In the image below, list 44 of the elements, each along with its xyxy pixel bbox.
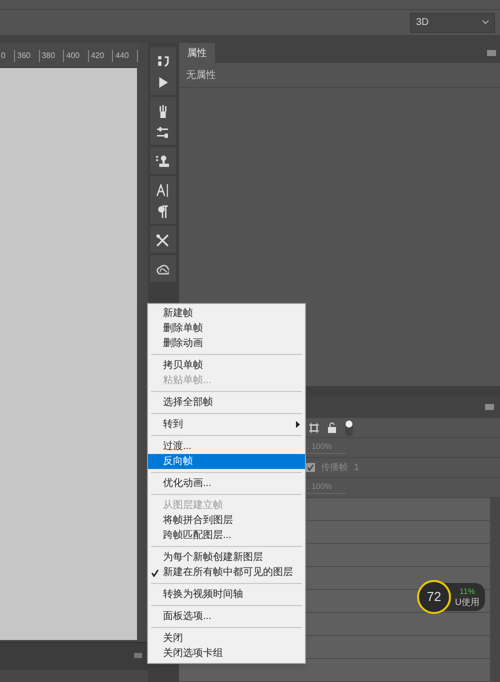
ruler-label: 360 [15,50,40,62]
menu-item[interactable]: 新建在所有帧中都可见的图层 [148,565,305,580]
stamp-icon[interactable] [156,155,169,168]
menu-item[interactable]: 拷贝单帧 [148,358,305,373]
cpu-percent: 11% [460,586,475,597]
menu-item[interactable]: 转换为视频时间轴 [148,587,305,602]
menu-item[interactable]: 反向帧 [148,454,305,469]
cpu-label: U使用 [455,597,480,608]
cloud-icon[interactable] [156,263,169,276]
properties-tab[interactable]: 属性 [179,43,215,63]
workspace-value: 3D [416,16,429,30]
checkmark-icon [151,569,159,577]
ruler-label: 400 [64,50,89,62]
propagate-checkbox[interactable] [306,463,315,472]
menu-item[interactable]: 转到 [148,417,305,432]
ruler-label: 0 [0,50,16,62]
menu-item[interactable]: 跨帧匹配图层... [148,528,305,543]
menu-item[interactable]: 优化动画... [148,476,305,491]
menu-item[interactable]: 删除单帧 [148,321,305,336]
menu-item[interactable]: 删除动画 [148,336,305,351]
paragraph-icon[interactable] [156,205,169,218]
menu-item[interactable]: 面板选项... [148,609,305,624]
toggle-icon[interactable] [345,420,353,436]
properties-text: 无属性 [179,63,500,88]
scrollbar[interactable] [490,498,500,682]
chevron-down-icon [482,20,489,25]
layer-row[interactable] [179,659,490,682]
menu-item[interactable]: 选择全部帧 [148,395,305,410]
character-icon[interactable] [156,184,169,197]
ruler-label: 380 [40,50,64,62]
menu-item[interactable]: 新建帧 [148,306,305,321]
menu-item[interactable]: 为每个新帧创建新图层 [148,550,305,565]
tools-icon[interactable] [156,234,169,247]
menu-item[interactable]: 过渡... [148,439,305,454]
menu-item[interactable]: 关闭选项卡组 [148,646,305,661]
menu-item[interactable]: 关闭 [148,631,305,646]
submenu-arrow-icon [296,421,300,428]
workspace-dropdown[interactable]: 3D [410,12,495,32]
sliders-icon[interactable] [156,126,169,139]
lock-icon[interactable] [327,422,337,433]
ruler-label: 440 [113,50,138,62]
history-icon[interactable] [156,55,169,68]
menu-item[interactable]: 将帧拼合到图层 [148,513,305,528]
ruler-label: 420 [88,50,114,62]
